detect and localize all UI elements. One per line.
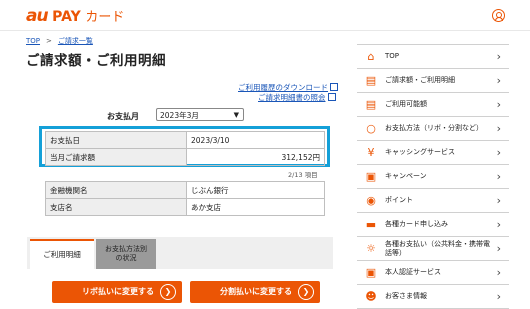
yen-icon: ¥: [367, 146, 375, 159]
billing-amount-label: 当月ご請求額: [45, 148, 187, 166]
au-pay-card-logo[interactable]: au PAY カード: [26, 6, 124, 26]
sidebar-item-point[interactable]: ◉ ポイント ›: [357, 189, 509, 213]
chevron-right-icon: ›: [496, 146, 501, 159]
sidebar-item-customer-info[interactable]: ☻ お客さま情報 ›: [357, 285, 509, 309]
bank-info-table: 金融機関名 じぶん銀行 支店名 あか支店: [45, 181, 325, 216]
sidebar-menu: ⌂ TOP › ▤ ご請求額・ご利用明細 › ▤ ご利用可能額 › ○ お支払方…: [357, 44, 509, 309]
sidebar-item-various-payments[interactable]: ☼ 各種お支払い（公共料金・携帯電話等） ›: [357, 237, 509, 261]
external-window-icon: [327, 93, 336, 101]
wallet-icon: ○: [366, 122, 376, 135]
point-icon: ◉: [366, 194, 376, 207]
chevron-right-icon: ›: [496, 194, 501, 207]
invoice-statement-link[interactable]: ご請求明細書の照会: [258, 92, 336, 103]
sidebar-item-billing-details[interactable]: ▤ ご請求額・ご利用明細 ›: [357, 69, 509, 93]
chevron-right-icon: ❯: [160, 284, 176, 300]
payment-date-label: お支払日: [45, 131, 187, 149]
branch-name-label: 支店名: [45, 198, 187, 216]
payment-month-label: お支払月: [107, 112, 139, 121]
chevron-right-icon: ›: [496, 218, 501, 231]
item-count: 2/13 項目: [288, 171, 318, 179]
breadcrumb-current-link[interactable]: ご請求一覧: [58, 37, 93, 45]
payment-date-value: 2023/3/10: [186, 131, 325, 149]
sidebar-item-identity-auth[interactable]: ▣ 本人認証サービス ›: [357, 261, 509, 285]
sidebar-item-top[interactable]: ⌂ TOP ›: [357, 45, 509, 69]
bulb-icon: ☼: [366, 242, 376, 255]
bank-name-value: じぶん銀行: [186, 181, 325, 199]
chevron-right-icon: ›: [496, 50, 501, 63]
gift-icon: ▣: [365, 170, 377, 183]
table-row: 当月ご請求額 312,152円: [45, 148, 325, 166]
chevron-right-icon: ❯: [298, 284, 314, 300]
tab-usage-details[interactable]: ご利用明細: [30, 239, 94, 269]
branch-name-value: あか支店: [186, 198, 325, 216]
breadcrumb-top-link[interactable]: TOP: [26, 37, 40, 45]
header-divider: [0, 30, 530, 31]
chevron-right-icon: ›: [496, 74, 501, 87]
chevron-right-icon: ›: [496, 170, 501, 183]
sidebar-item-cashing[interactable]: ¥ キャッシングサービス ›: [357, 141, 509, 165]
chevron-right-icon: ›: [496, 266, 501, 279]
page-title: ご請求額・ご利用明細: [26, 53, 166, 69]
change-to-revolving-button[interactable]: リボ払いに変更する ❯: [52, 281, 182, 303]
document-icon: ▤: [365, 98, 377, 111]
chevron-down-icon: ▼: [233, 111, 239, 119]
lock-icon: ▣: [365, 266, 377, 279]
bank-name-label: 金融機関名: [45, 181, 187, 199]
payment-month-select[interactable]: 2023年3月 ▼: [156, 108, 244, 121]
card-icon: ▬: [365, 218, 377, 231]
user-icon: ☻: [365, 290, 377, 303]
table-row: お支払日 2023/3/10: [45, 131, 325, 149]
table-row: 金融機関名 じぶん銀行: [45, 181, 325, 199]
tab-payment-method-status[interactable]: お支払方法別 の状況: [96, 239, 156, 269]
sidebar-item-campaign[interactable]: ▣ キャンペーン ›: [357, 165, 509, 189]
chevron-right-icon: ›: [496, 98, 501, 111]
chevron-right-icon: ›: [496, 290, 501, 303]
change-to-installment-button[interactable]: 分割払いに変更する ❯: [190, 281, 320, 303]
breadcrumb: TOP > ご請求一覧: [26, 37, 93, 45]
chevron-right-icon: ›: [496, 242, 501, 255]
home-icon: ⌂: [367, 50, 375, 63]
sidebar-item-card-application[interactable]: ▬ 各種カード申し込み ›: [357, 213, 509, 237]
user-account-icon[interactable]: [492, 9, 505, 22]
billing-amount-value: 312,152円: [186, 148, 325, 166]
chevron-right-icon: ›: [496, 122, 501, 135]
table-row: 支店名 あか支店: [45, 198, 325, 216]
payment-summary-table: お支払日 2023/3/10 当月ご請求額 312,152円: [45, 131, 325, 166]
document-icon: ▤: [365, 74, 377, 87]
external-window-icon: [330, 83, 338, 91]
sidebar-item-available-amount[interactable]: ▤ ご利用可能額 ›: [357, 93, 509, 117]
sidebar-item-payment-method[interactable]: ○ お支払方法（リボ・分割など） ›: [357, 117, 509, 141]
